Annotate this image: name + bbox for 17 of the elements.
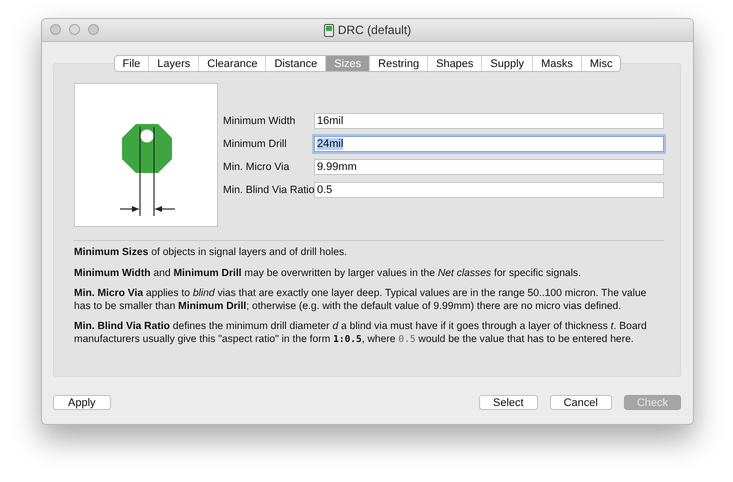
input-field[interactable]: 16mil: [314, 113, 664, 129]
field-label: Min. Micro Via: [223, 160, 290, 175]
dialog-button[interactable]: Apply: [53, 395, 111, 410]
window-title: DRC (default): [338, 23, 412, 37]
help-paragraph: Minimum Width and Minimum Drill may be overwritten by larger values in the Net classes for specific signals.: [74, 268, 582, 280]
help-paragraph: Min. Micro Via applies to blind vias that are exactly one layer deep. Typical values are in the range 50..100 micron. The value has to be smaller than Minimum Drill; otherwise (e.g. with the default value of 9.99mm) there are no micro vias defined.: [74, 288, 648, 313]
field-label: Minimum Drill: [223, 137, 288, 152]
dialog-button[interactable]: Cancel: [550, 395, 612, 410]
input-field[interactable]: 24mil: [314, 136, 664, 152]
tab[interactable]: Misc: [580, 56, 620, 71]
input-field[interactable]: 9.99mm: [314, 159, 664, 175]
field-label: Minimum Width: [223, 114, 296, 129]
help-paragraph: Minimum Sizes of objects in signal layers and of drill holes.: [74, 247, 348, 260]
help-paragraph: Min. Blind Via Ratio defines the minimum drill diameter d a blind via must have if it goes through a layer of thickness t. Board manufacturers usually give this "aspect ratio" in the form 1:0.5, where 0.5 would be the value that has to be entered here.: [74, 321, 648, 346]
dialog-button[interactable]: Select: [478, 395, 538, 410]
input-field[interactable]: 0.5: [314, 182, 664, 198]
field-label: Min. Blind Via Ratio: [223, 183, 314, 198]
